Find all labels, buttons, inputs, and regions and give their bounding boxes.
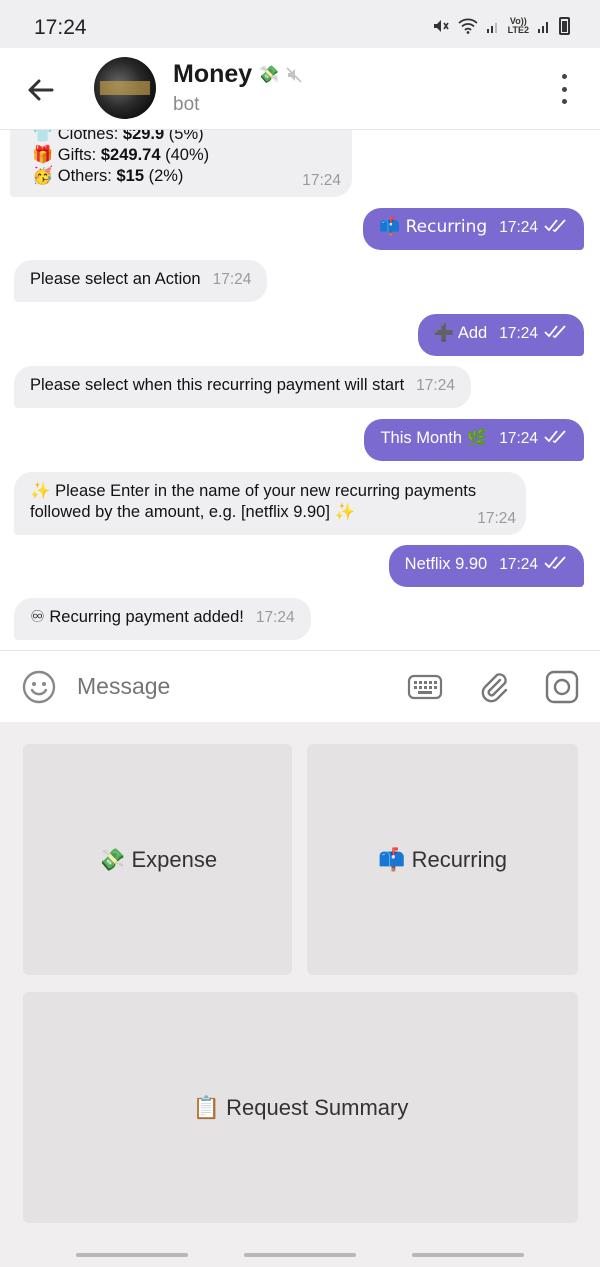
double-check-icon (544, 554, 568, 575)
keyboard-icon[interactable] (407, 669, 443, 705)
status-icons: Vo)) LTE2 (432, 16, 570, 36)
message-this-month: This Month 🌿 17:24 (364, 419, 584, 461)
mute-status-icon (432, 16, 450, 36)
message-select-action: Please select an Action 17:24 (14, 260, 268, 302)
message-text-line2: followed by the amount, e.g. [netflix 9.… (30, 503, 356, 521)
nav-recents-handle[interactable] (76, 1253, 188, 1257)
emoji-icon[interactable] (21, 669, 57, 705)
gift-icon: 🎁 (32, 145, 54, 165)
message-time: 17:24 (212, 271, 252, 288)
message-text: 📫 Recurring (379, 217, 488, 237)
message-enter-name: ✨ Please Enter in the name of your new r… (14, 472, 526, 535)
nav-home-handle[interactable] (244, 1253, 356, 1257)
message-text: This Month 🌿 (380, 429, 488, 447)
more-options-icon[interactable] (552, 74, 576, 104)
message-time: 17:24 (477, 510, 516, 527)
battery-icon (559, 17, 570, 35)
message-time: 17:24 (255, 609, 295, 626)
status-time: 17:24 (34, 16, 87, 39)
expense-button[interactable]: 💸 Expense (23, 744, 292, 975)
party-face-icon: 🥳 (32, 166, 54, 186)
message-text: Netflix 9.90 (404, 555, 488, 573)
recurring-button[interactable]: 📫 Recurring (307, 744, 578, 975)
message-netflix: Netflix 9.90 17:24 (388, 545, 584, 587)
shirt-icon: 👕 (32, 130, 54, 144)
summary-line-clothes: 👕 Clothes: $29.9 (5%) (32, 130, 336, 145)
chat-title-text: Money (173, 60, 253, 88)
chat-subtitle: bot (173, 94, 200, 115)
message-text: Please select an Action (30, 270, 201, 288)
message-text: Please select when this recurring paymen… (30, 376, 405, 394)
back-arrow-icon[interactable] (22, 72, 58, 108)
request-summary-button-label: 📋 Request Summary (192, 1094, 409, 1120)
message-add: ➕ Add 17:24 (417, 314, 584, 356)
message-time: 17:24 (499, 430, 538, 447)
summary-message: 👕 Clothes: $29.9 (5%) 🎁 Gifts: $249.74 (… (10, 130, 352, 197)
message-time: 17:24 (302, 172, 341, 189)
message-recurring: 📫 Recurring 17:24 (363, 208, 584, 250)
bot-keyboard: 💸 Expense 📫 Recurring 📋 Request Summary (0, 722, 600, 1267)
summary-line-gifts: 🎁 Gifts: $249.74 (40%) (32, 145, 210, 165)
muted-icon (285, 66, 303, 84)
message-time: 17:24 (499, 556, 538, 573)
double-check-icon (544, 428, 568, 449)
message-composer (0, 650, 600, 722)
recurring-button-label: 📫 Recurring (378, 846, 507, 872)
message-text: ♾ Recurring payment added! (30, 608, 244, 626)
double-check-icon (544, 217, 568, 238)
message-payment-added: ♾ Recurring payment added! 17:24 (14, 598, 311, 640)
nav-back-handle[interactable] (412, 1253, 524, 1257)
chat-title[interactable]: Money 💸 (173, 60, 303, 89)
wifi-icon (458, 16, 478, 36)
message-select-start: Please select when this recurring paymen… (14, 366, 471, 408)
message-time: 17:24 (416, 377, 455, 394)
title-emoji: 💸 (258, 64, 280, 85)
message-time: 17:24 (499, 219, 538, 236)
message-list[interactable]: 👕 Clothes: $29.9 (5%) 🎁 Gifts: $249.74 (… (0, 130, 600, 650)
lte-indicator: Vo)) LTE2 (507, 16, 529, 35)
double-check-icon (544, 323, 568, 344)
expense-button-label: 💸 Expense (97, 846, 218, 872)
attach-icon[interactable] (476, 669, 512, 705)
status-bar: 17:24 Vo)) LTE2 (0, 0, 600, 48)
message-text: ➕ Add (433, 324, 488, 342)
message-input[interactable] (77, 673, 377, 700)
signal-icon-2 (537, 16, 551, 36)
camera-icon[interactable] (544, 669, 580, 705)
summary-line-others: 🥳 Others: $15 (2%) (32, 166, 184, 186)
avatar[interactable] (94, 57, 156, 119)
chat-header: Money 💸 bot (0, 48, 600, 130)
request-summary-button[interactable]: 📋 Request Summary (23, 992, 578, 1223)
signal-icon (486, 16, 500, 36)
message-text-line1: ✨ Please Enter in the name of your new r… (30, 482, 477, 500)
message-time: 17:24 (499, 325, 538, 342)
